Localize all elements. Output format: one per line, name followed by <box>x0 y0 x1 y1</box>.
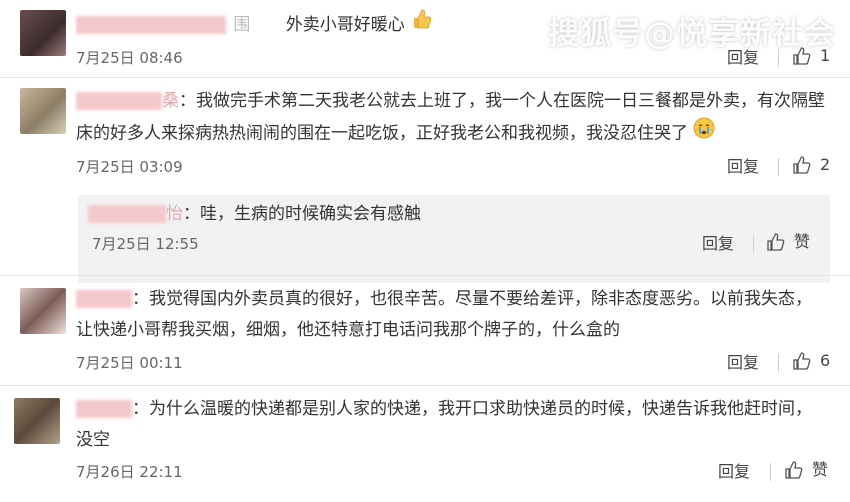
thumbs-up-icon <box>785 461 803 479</box>
comment-time: 7月26日 22:11 <box>76 463 183 481</box>
reply-button[interactable]: 回复 <box>727 157 759 177</box>
comment-2: 桑：我做完手术第二天我老公就去上班了，我一个人在医院一日三餐都是外卖，有次隔壁 … <box>0 78 850 283</box>
avatar[interactable] <box>20 88 66 134</box>
watermark: 搜狐号@悦享新社会 <box>548 16 836 52</box>
avatar[interactable] <box>20 288 66 334</box>
thumbs-up-emoji-icon <box>410 8 432 41</box>
avatar[interactable] <box>14 398 60 444</box>
thumbs-up-icon <box>767 233 785 251</box>
commenter-name[interactable] <box>76 290 132 308</box>
sub-reply-time: 7月25日 12:55 <box>92 235 199 253</box>
comment-text: 围 外卖小哥好暖心 <box>76 8 432 41</box>
thumbs-up-icon <box>793 352 811 370</box>
comment-body: 外卖小哥好暖心 <box>285 14 405 35</box>
comment-body-line-1: ：为什么温暖的快递都是别人家的快递，我开口求助快递员的时候，快递告诉我他赶时间， <box>132 399 812 419</box>
divider <box>778 158 779 176</box>
sub-reply: 怡：哇，生病的时候确实会有感触 7月25日 12:55 回复 赞 <box>78 195 830 283</box>
comment-text: ：为什么温暖的快递都是别人家的快递，我开口求助快递员的时候，快递告诉我他赶时间，… <box>76 394 836 456</box>
like-count: 6 <box>820 351 831 370</box>
like-button[interactable]: 赞 <box>784 460 828 480</box>
comment-time: 7月25日 08:46 <box>76 49 183 67</box>
like-label: 赞 <box>812 460 829 479</box>
reply-button[interactable]: 回复 <box>727 353 759 373</box>
replier-name[interactable] <box>88 205 166 223</box>
comment-3: ：我觉得国内外卖员真的很好，也很辛苦。尽量不要给差评，除非态度恶劣。以前我失态，… <box>0 276 850 384</box>
sub-reply-body: ：哇，生病的时候确实会有感触 <box>183 204 421 224</box>
commenter-name[interactable] <box>76 400 132 418</box>
replier-name-tail: 怡 <box>166 204 183 224</box>
comment-body-line-1: ：我觉得国内外卖员真的很好，也很辛苦。尽量不要给差评，除非态度恶劣。以前我失态， <box>132 289 812 309</box>
sub-reply-button[interactable]: 回复 <box>702 234 734 254</box>
commenter-name[interactable] <box>76 15 226 34</box>
commenter-name-tail: 桑 <box>162 91 179 111</box>
comment-time: 7月25日 00:11 <box>76 354 183 372</box>
commenter-name-tail: 围 <box>233 14 251 35</box>
divider <box>753 235 754 253</box>
comment-body-line-2: 没空 <box>76 430 110 450</box>
reply-button[interactable]: 回复 <box>718 462 750 482</box>
thumbs-up-icon <box>793 156 811 174</box>
sub-reply-text: 怡：哇，生病的时候确实会有感触 <box>88 199 421 230</box>
comment-text: ：我觉得国内外卖员真的很好，也很辛苦。尽量不要给差评，除非态度恶劣。以前我失态，… <box>76 284 836 346</box>
sub-like-button[interactable]: 赞 <box>766 232 810 252</box>
commenter-name[interactable] <box>76 92 162 110</box>
divider <box>770 463 771 481</box>
avatar[interactable] <box>20 10 66 56</box>
comment-body-line-2: 让快递小哥帮我买烟，细烟，他还特意打电话问我那个牌子的，什么盒的 <box>76 320 620 340</box>
comment-body-line-2: 床的好多人来探病热热闹闹的围在一起吃饭，正好我老公和我视频，我没忍住哭了 <box>76 123 688 144</box>
like-button[interactable]: 6 <box>792 351 830 371</box>
comment-4: ：为什么温暖的快递都是别人家的快递，我开口求助快递员的时候，快递告诉我他赶时间，… <box>0 386 850 502</box>
crying-emoji-icon <box>693 117 715 150</box>
comment-text: 桑：我做完手术第二天我老公就去上班了，我一个人在医院一日三餐都是外卖，有次隔壁 … <box>76 86 836 150</box>
like-label: 赞 <box>794 232 811 251</box>
comment-time: 7月25日 03:09 <box>76 158 183 176</box>
like-button[interactable]: 2 <box>792 155 830 175</box>
divider <box>778 354 779 372</box>
comment-body-line-1: ：我做完手术第二天我老公就去上班了，我一个人在医院一日三餐都是外卖，有次隔壁 <box>179 91 825 111</box>
like-count: 2 <box>820 155 831 174</box>
